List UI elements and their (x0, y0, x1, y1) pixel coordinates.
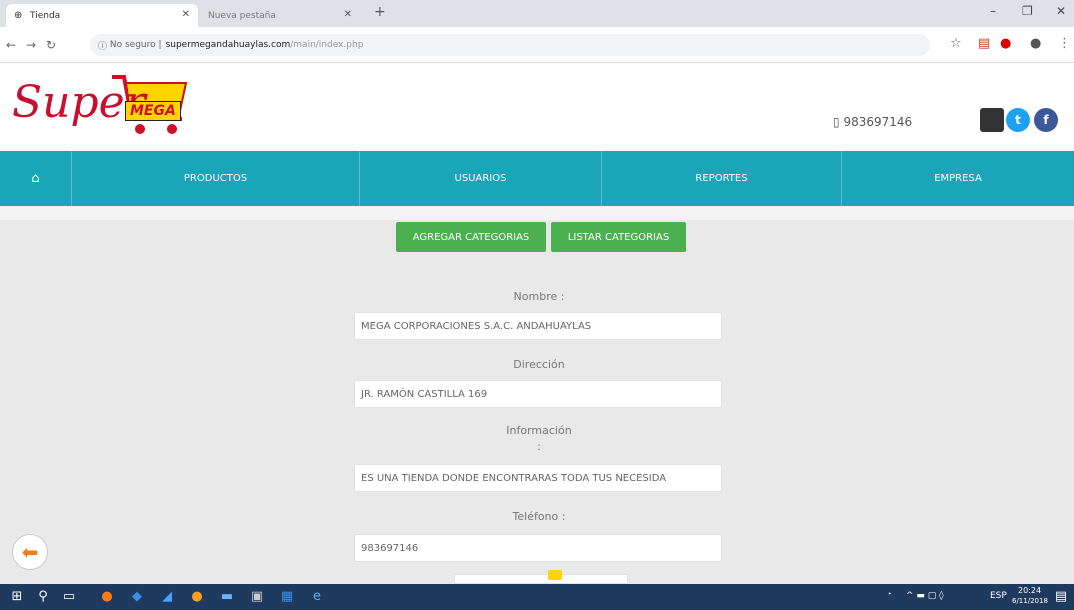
tab-title: Tienda (30, 10, 61, 21)
phone-number: ▯ 983697146 (833, 115, 913, 129)
search-icon[interactable]: ⚲ (36, 590, 50, 604)
browser-tabbar: ⊕ Tienda ✕ Nueva pestaña ✕ + – ❐ ✕ (0, 0, 1074, 27)
opera-icon[interactable]: ● (1000, 36, 1011, 51)
tab-title-new: Nueva pestaña (208, 10, 276, 21)
app-icon-4[interactable]: ▦ (280, 590, 294, 604)
info-icon: ⓘ (98, 41, 108, 52)
extension-icon[interactable]: ▤ (978, 36, 990, 51)
list-categories-button[interactable]: LISTAR CATEGORIAS (551, 222, 686, 252)
telefono-field[interactable]: 983697146 (354, 534, 722, 562)
edge-icon[interactable]: e (310, 590, 324, 604)
nombre-label: Nombre : (513, 290, 565, 303)
star-icon[interactable]: ☆ (950, 36, 962, 51)
close-tab-icon[interactable]: ✕ (344, 9, 352, 20)
tab-tienda[interactable]: ⊕ Tienda ✕ (6, 4, 198, 27)
forward-arrow-icon[interactable]: → (26, 38, 36, 52)
nav-empresa[interactable]: EMPRESA (842, 151, 1074, 206)
task-view-icon[interactable]: ▭ (62, 590, 76, 604)
firefox-icon[interactable]: ● (100, 590, 114, 604)
direccion-label: Dirección (513, 358, 565, 371)
chrome-icon[interactable]: ● (190, 590, 204, 604)
nav-reportes[interactable]: REPORTES (602, 151, 842, 206)
close-tab-icon[interactable]: ✕ (182, 9, 190, 20)
yellow-icon (548, 570, 562, 580)
site-header: Super MEGA ▯ 983697146 t f (0, 63, 1074, 151)
facebook-icon[interactable]: f (1034, 108, 1058, 132)
clock-date[interactable]: 6/11/2018 (1012, 597, 1048, 605)
nombre-field[interactable]: MEGA CORPORACIONES S.A.C. ANDAHUAYLAS (354, 312, 722, 340)
clock-time[interactable]: 20:24 (1018, 586, 1041, 595)
tray-icons[interactable]: ^ ▬ ▢ ◊ (906, 591, 944, 601)
language-indicator[interactable]: ESP (990, 591, 1007, 601)
informacion-label: Información (506, 424, 572, 437)
menu-icon[interactable]: ⋮ (1058, 36, 1071, 51)
profile-icon[interactable]: ● (1030, 36, 1041, 51)
url-input[interactable]: ⓘ No seguro | supermegandahuaylas.com /m… (90, 34, 930, 56)
url-path: /main/index.php (290, 40, 364, 50)
back-button[interactable]: ⬅ (12, 534, 48, 570)
nav-usuarios[interactable]: USUARIOS (360, 151, 602, 206)
telefono-label: Teléfono : (512, 510, 566, 523)
globe-icon: ⊕ (14, 9, 23, 21)
new-tab-icon[interactable]: + (374, 4, 386, 20)
user-avatar[interactable] (980, 108, 1004, 132)
windows-start-icon[interactable]: ⊞ (10, 590, 24, 604)
maximize-icon[interactable]: ❐ (1022, 4, 1033, 18)
address-bar-row: ← → ↻ ⓘ No seguro | supermegandahuaylas.… (0, 27, 1074, 63)
notifications-icon[interactable]: ▤ (1054, 590, 1068, 604)
main-content: AGREGAR CATEGORIAS LISTAR CATEGORIAS Nom… (0, 206, 1074, 584)
informacion-field[interactable]: ES UNA TIENDA DONDE ENCONTRARAS TODA TUS… (354, 464, 722, 492)
nav-productos[interactable]: PRODUCTOS (72, 151, 360, 206)
security-label: No seguro (109, 40, 156, 50)
app-icon-3[interactable]: ▣ (250, 590, 264, 604)
reload-icon[interactable]: ↻ (46, 38, 56, 52)
back-arrow-icon[interactable]: ← (6, 38, 16, 52)
top-strip (0, 206, 1074, 220)
direccion-field[interactable]: JR. RAMÓN CASTILLA 169 (354, 380, 722, 408)
next-field-partial[interactable] (454, 574, 628, 584)
minimize-icon[interactable]: – (990, 4, 996, 18)
url-host: supermegandahuaylas.com (165, 40, 291, 50)
twitter-icon[interactable]: t (1006, 108, 1030, 132)
folder-icon[interactable]: ▬ (220, 590, 234, 604)
phone-icon: ▯ (833, 115, 840, 129)
app-icon-2[interactable]: ◢ (160, 590, 174, 604)
home-icon: ⌂ (31, 171, 40, 186)
app-icon[interactable]: ◆ (130, 590, 144, 604)
add-category-button[interactable]: AGREGAR CATEGORIAS (396, 222, 546, 252)
close-window-icon[interactable]: ✕ (1056, 4, 1066, 18)
arrow-left-icon: ⬅ (21, 540, 39, 564)
network-icon[interactable]: ᐩ (888, 591, 892, 601)
nav-home[interactable]: ⌂ (0, 151, 72, 206)
informacion-colon: : (537, 440, 541, 453)
tab-new[interactable]: Nueva pestaña ✕ (200, 4, 360, 27)
main-nav: ⌂ PRODUCTOS USUARIOS REPORTES EMPRESA (0, 151, 1074, 206)
os-taskbar: ⊞ ⚲ ▭ ● ◆ ◢ ● ▬ ▣ ▦ e ᐩ ^ ▬ ▢ ◊ ESP 20:2… (0, 584, 1074, 610)
logo-mega: MEGA (125, 101, 181, 121)
